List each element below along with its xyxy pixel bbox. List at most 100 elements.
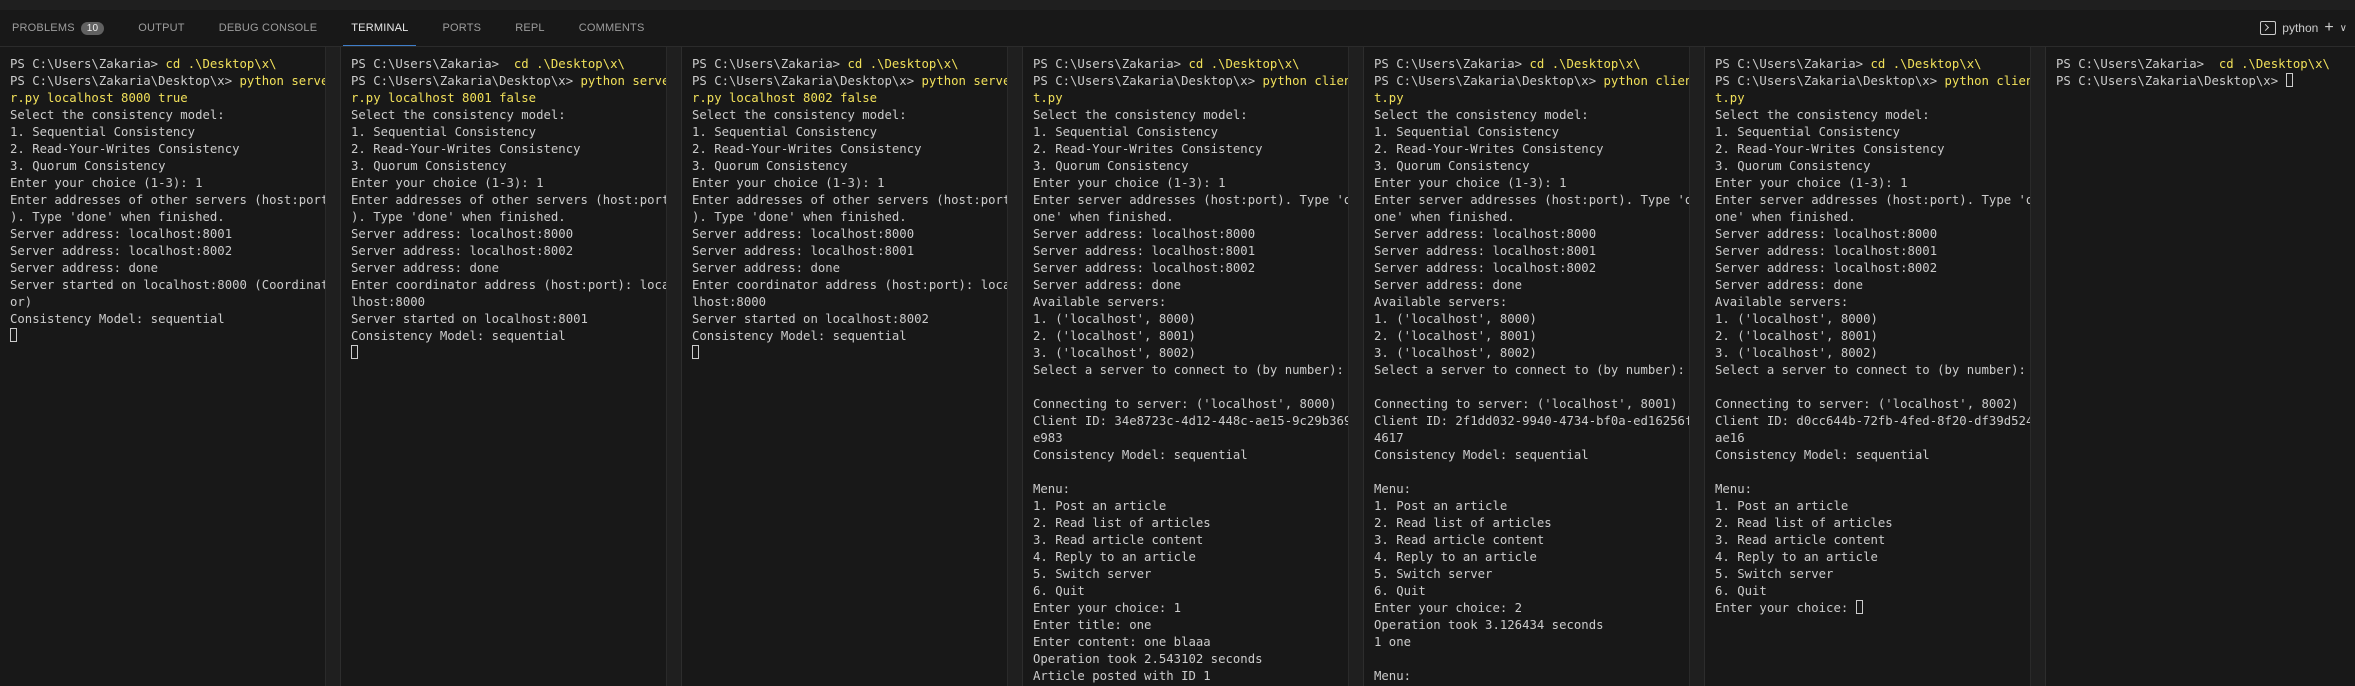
new-terminal-plus-icon[interactable]: +: [2324, 19, 2333, 37]
tab-comments[interactable]: COMMENTS: [571, 10, 653, 46]
terminal-command-text: python clien: [1603, 74, 1693, 88]
terminal-line: [351, 345, 681, 362]
terminal-command-text: python serve: [580, 74, 670, 88]
terminal-line: Enter content: one blaaa: [1033, 634, 1363, 651]
terminal-line: Server address: localhost:8000: [692, 226, 1022, 243]
terminal-output-text: 6. Quit: [1715, 584, 1767, 598]
terminal-output-text: Select a server to connect to (by number…: [1715, 363, 2026, 377]
terminal-line: Client ID: d0cc644b-72fb-4fed-8f20-df39d…: [1715, 413, 2045, 430]
terminal-line: Enter your choice: 1: [1033, 600, 1363, 617]
terminal-output-text: ). Type 'done' when finished.: [351, 210, 566, 224]
terminal-output-text: Server address: done: [351, 261, 500, 275]
tab-repl[interactable]: REPL: [507, 10, 553, 46]
terminal-output-text: Enter title: one: [1033, 618, 1152, 632]
scrollbar[interactable]: [325, 47, 340, 686]
terminal-line: Select the consistency model:: [1374, 107, 1704, 124]
terminal-line: Available servers:: [1374, 294, 1704, 311]
terminal-line: Enter your choice (1-3): 1: [1033, 175, 1363, 192]
terminal-icon[interactable]: [2260, 21, 2277, 35]
terminal-cursor: [2285, 73, 2293, 87]
terminal-command-text: r.py localhost 8000 true: [10, 91, 188, 105]
terminal-output-text: 3. Quorum Consistency: [351, 159, 507, 173]
terminal-line: Consistency Model: sequential: [351, 328, 681, 345]
terminal-output-text: Operation took 2.543102 seconds: [1033, 652, 1263, 666]
terminal-line: 3. Read article content: [1033, 532, 1363, 549]
scrollbar[interactable]: [2030, 47, 2045, 686]
chevron-down-icon[interactable]: ∨: [2340, 23, 2347, 34]
terminal-output-text: 2. Read-Your-Writes Consistency: [1715, 142, 1945, 156]
terminal-line: Server started on localhost:8001: [351, 311, 681, 328]
terminal-output-text: Enter content: one blaaa: [1033, 635, 1211, 649]
terminal-line: 6. Quit: [1033, 583, 1363, 600]
terminal-output-text: 5. Switch server: [1715, 567, 1834, 581]
terminal-output-text: Select a server to connect to (by number…: [1374, 363, 1685, 377]
terminal-line: Consistency Model: sequential: [1374, 447, 1704, 464]
terminal-profile-label[interactable]: python: [2282, 21, 2318, 35]
terminal-line: Server address: localhost:8000: [1715, 226, 2045, 243]
terminal-line: 3. Quorum Consistency: [692, 158, 1022, 175]
terminal-output-text: Client ID: d0cc644b-72fb-4fed-8f20-df39d…: [1715, 414, 2034, 428]
tab-debug-console[interactable]: DEBUG CONSOLE: [211, 10, 326, 46]
terminal-pane-5[interactable]: PS C:\Users\Zakaria> cd .\Desktop\x\ PS C…: [1364, 47, 1705, 686]
title-strip: [0, 0, 2355, 10]
scrollbar[interactable]: [666, 47, 681, 686]
terminal-line: Operation took 3.126434 seconds: [1374, 617, 1704, 634]
terminal-line: r.py localhost 8001 false: [351, 90, 681, 107]
terminal-line: Enter title: one: [1033, 617, 1363, 634]
terminal-line: PS C:\Users\Zakaria\Desktop\x> python se…: [10, 73, 340, 90]
terminal-line: Server address: done: [1374, 277, 1704, 294]
terminal-line: Server address: localhost:8000: [1374, 226, 1704, 243]
terminal-line: ). Type 'done' when finished.: [10, 209, 340, 226]
terminal-output-text: 1. Sequential Consistency: [692, 125, 878, 139]
terminal-output-text: Enter your choice (1-3): 1: [351, 176, 544, 190]
tab-output[interactable]: OUTPUT: [130, 10, 192, 46]
terminal-line: 3. Quorum Consistency: [1715, 158, 2045, 175]
terminal-output-text: Server address: localhost:8000: [1374, 227, 1597, 241]
terminal-line: 3. Quorum Consistency: [1033, 158, 1363, 175]
terminal-output-text: Available servers:: [1715, 295, 1849, 309]
terminal-line: Consistency Model: sequential: [1033, 447, 1363, 464]
terminal-output-text: Server started on localhost:8002: [692, 312, 929, 326]
terminal-line: 3. ('localhost', 8002): [1033, 345, 1363, 362]
scrollbar[interactable]: [1689, 47, 1704, 686]
terminal-line: Connecting to server: ('localhost', 8001…: [1374, 396, 1704, 413]
terminal-output-text: 2. ('localhost', 8001): [1715, 329, 1878, 343]
terminal-line: 4617: [1374, 430, 1704, 447]
terminal-line: 2. Read list of articles: [1715, 515, 2045, 532]
terminal-output-text: Server address: done: [692, 261, 841, 275]
terminal-line: Enter server addresses (host:port). Type…: [1715, 192, 2045, 209]
terminal-line: Consistency Model: sequential: [692, 328, 1022, 345]
terminal-line: Menu:: [1374, 481, 1704, 498]
terminal-output-text: 1. Post an article: [1033, 499, 1167, 513]
terminal-output-text: one' when finished.: [1374, 210, 1515, 224]
terminal-pane-6[interactable]: PS C:\Users\Zakaria> cd .\Desktop\x\ PS C…: [1705, 47, 2046, 686]
scrollbar[interactable]: [1007, 47, 1022, 686]
terminal-pane-4[interactable]: PS C:\Users\Zakaria> cd .\Desktop\x\ PS C…: [1023, 47, 1364, 686]
terminal-line: Enter your choice (1-3): 1: [1715, 175, 2045, 192]
terminal-pane-2[interactable]: PS C:\Users\Zakaria> cd .\Desktop\x\ PS C…: [341, 47, 682, 686]
terminal-line: Enter your choice (1-3): 1: [10, 175, 340, 192]
terminal-output-text: Server started on localhost:8001: [351, 312, 588, 326]
tab-terminal[interactable]: TERMINAL: [343, 10, 417, 46]
terminal-pane-1[interactable]: PS C:\Users\Zakaria> cd .\Desktop\x\ PS C…: [0, 47, 341, 686]
panel-tab-bar: PROBLEMS 10 OUTPUT DEBUG CONSOLE TERMINAL POR…: [0, 10, 2355, 47]
tab-problems[interactable]: PROBLEMS 10: [4, 10, 112, 46]
terminal-line: Enter your choice (1-3): 1: [692, 175, 1022, 192]
terminal-output-text: Client ID: 34e8723c-4d12-448c-ae15-9c29b…: [1033, 414, 1352, 428]
terminal-line: t.py: [1033, 90, 1363, 107]
terminal-pane-3[interactable]: PS C:\Users\Zakaria> cd .\Desktop\x\ PS C…: [682, 47, 1023, 686]
terminal-output-text: Select the consistency model:: [10, 108, 225, 122]
terminal-output-text: 1. Post an article: [1715, 499, 1849, 513]
scrollbar[interactable]: [1348, 47, 1363, 686]
terminal-command-text: python clien: [1944, 74, 2034, 88]
terminal-output-text: 1. ('localhost', 8000): [1715, 312, 1878, 326]
terminal-output-text: Enter your choice (1-3): 1: [1033, 176, 1226, 190]
terminal-output-text: Server address: done: [1715, 278, 1864, 292]
terminal-line: Enter coordinator address (host:port): l…: [351, 277, 681, 294]
terminal-output-text: Server address: done: [1033, 278, 1182, 292]
terminal-output-text: 1. ('localhost', 8000): [1374, 312, 1537, 326]
terminal-pane-7[interactable]: PS C:\Users\Zakaria> cd .\Desktop\x\ PS C…: [2046, 47, 2350, 686]
terminal-output-text: Server address: done: [1374, 278, 1523, 292]
tab-ports[interactable]: PORTS: [434, 10, 489, 46]
terminal-output-text: Select the consistency model:: [1715, 108, 1930, 122]
